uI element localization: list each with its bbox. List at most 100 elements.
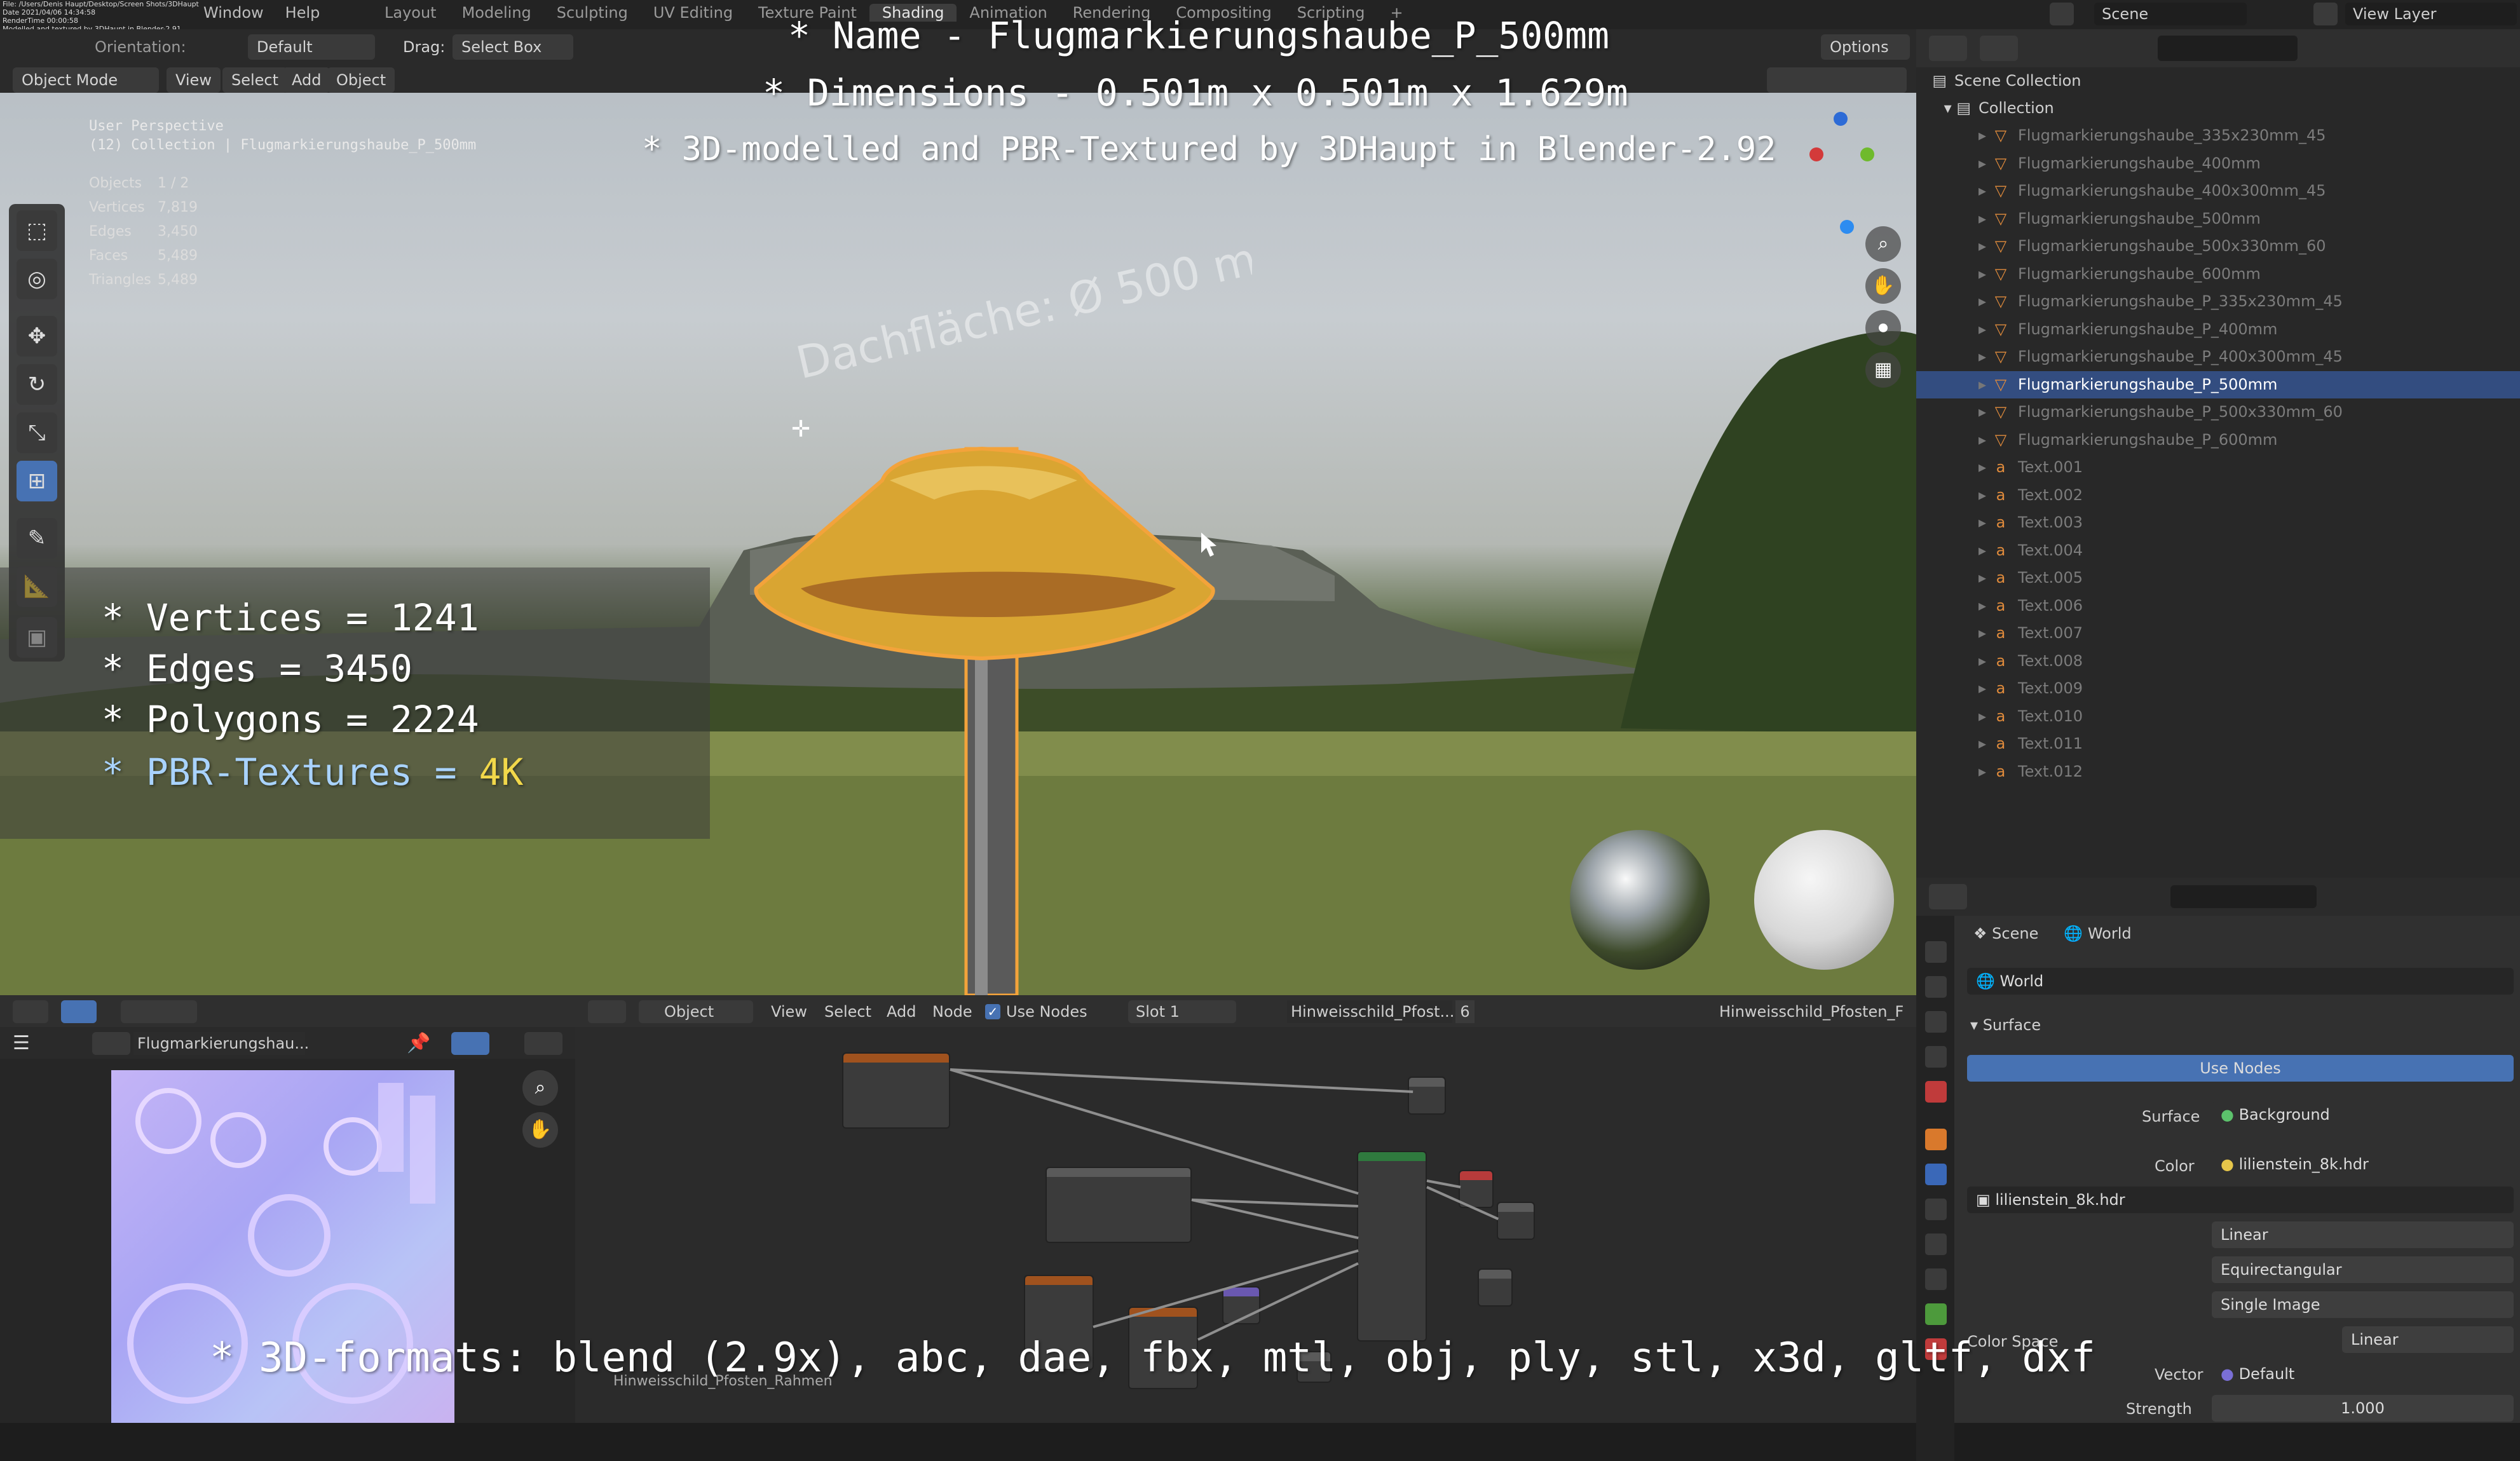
outliner-item[interactable]: ▸ ▽ Flugmarkierungshaube_400mm	[1916, 150, 2520, 177]
shader-node[interactable]	[842, 1052, 950, 1129]
add-menu[interactable]: Add	[283, 67, 330, 93]
object-dropdown[interactable]: Object	[639, 1000, 753, 1023]
editor-type-icon[interactable]	[588, 1000, 626, 1023]
outliner-item[interactable]: ▸ a Text.009	[1916, 675, 2520, 702]
outliner-item[interactable]: ▸ ▽ Flugmarkierungshaube_P_500x330mm_60	[1916, 398, 2520, 426]
collection-row[interactable]: ▾ ▤ Collection	[1916, 95, 2520, 122]
shader-node[interactable]	[1045, 1167, 1192, 1243]
pan-hand-icon[interactable]: ✋	[522, 1112, 558, 1148]
outliner-item[interactable]: ▸ ▽ Flugmarkierungshaube_P_600mm	[1916, 426, 2520, 454]
editor-type-icon[interactable]	[13, 1000, 48, 1023]
expand-arrow-icon[interactable]: ▸	[1916, 758, 1992, 785]
outliner-item[interactable]: ▸ ▽ Flugmarkierungshaube_500x330mm_60	[1916, 233, 2520, 260]
outliner-item[interactable]: ▸ ▽ Flugmarkierungshaube_P_335x230mm_45	[1916, 288, 2520, 315]
expand-arrow-icon[interactable]: ▸	[1916, 316, 1992, 343]
expand-arrow-icon[interactable]: ▸	[1916, 620, 1992, 647]
scene-tab-icon[interactable]	[1925, 1046, 1947, 1068]
world-tab-icon[interactable]	[1925, 1081, 1947, 1103]
expand-arrow-icon[interactable]: ▸	[1916, 454, 1992, 481]
render-tab-icon[interactable]	[1925, 941, 1947, 963]
outliner-item[interactable]: ▸ a Text.005	[1916, 564, 2520, 592]
select-menu[interactable]: Select	[824, 1003, 871, 1021]
output-tab-icon[interactable]	[1925, 976, 1947, 998]
outliner-item[interactable]: ▸ a Text.012	[1916, 758, 2520, 785]
outliner-item[interactable]: ▸ ▽ Flugmarkierungshaube_400x300mm_45	[1916, 177, 2520, 205]
select-tool-icon[interactable]	[61, 1000, 97, 1023]
expand-arrow-icon[interactable]: ▸	[1916, 730, 1992, 758]
outliner-item[interactable]: ▸ a Text.003	[1916, 509, 2520, 536]
outliner-item[interactable]: ▸ a Text.010	[1916, 703, 2520, 730]
vector-field[interactable]: ● Default	[2212, 1361, 2514, 1387]
node-menu[interactable]: Node	[932, 1003, 972, 1021]
outliner-item[interactable]: ▸ a Text.008	[1916, 648, 2520, 675]
image-type-icon[interactable]	[92, 1032, 130, 1055]
expand-arrow-icon[interactable]: ▸	[1916, 122, 1992, 149]
cursor-tool-icon[interactable]: ◎	[17, 259, 57, 299]
expand-arrow-icon[interactable]: ▸	[1916, 537, 1992, 564]
surface-panel-header[interactable]: ▾ Surface	[1970, 1016, 2041, 1034]
view-layer-tab-icon[interactable]	[1925, 1011, 1947, 1033]
projection-dropdown[interactable]: Equirectangular	[2212, 1256, 2514, 1283]
shader-node[interactable]	[1408, 1077, 1446, 1115]
drag-dropdown[interactable]: Select Box	[453, 34, 573, 60]
outliner-item[interactable]: ▸ a Text.002	[1916, 482, 2520, 509]
outliner-item[interactable]: ▸ ▽ Flugmarkierungshaube_600mm	[1916, 261, 2520, 288]
orientation-dropdown[interactable]: Default	[248, 34, 375, 60]
outliner-item[interactable]: ▸ a Text.004	[1916, 537, 2520, 564]
expand-arrow-icon[interactable]: ▸	[1916, 592, 1992, 620]
outliner-item[interactable]: ▸ a Text.001	[1916, 454, 2520, 481]
menu-help[interactable]: Help	[285, 4, 320, 22]
expand-arrow-icon[interactable]: ▸	[1916, 233, 1992, 260]
zoom-icon[interactable]: ⌕	[1865, 226, 1901, 262]
shader-node[interactable]	[1497, 1202, 1535, 1240]
add-menu[interactable]: Add	[887, 1003, 916, 1021]
annotate-tool-icon[interactable]: ✎	[17, 518, 57, 559]
material-name-field[interactable]: Hinweisschild_Pfost...	[1287, 1000, 1454, 1023]
expand-arrow-icon[interactable]: ▸	[1916, 648, 1992, 675]
navigation-gizmo[interactable]	[1802, 112, 1878, 234]
shading-mode-buttons[interactable]	[1767, 67, 1907, 93]
particles-tab-icon[interactable]	[1925, 1199, 1947, 1220]
interpolation-dropdown[interactable]: Linear	[2212, 1221, 2514, 1248]
zoom-icon[interactable]: ⌕	[522, 1070, 558, 1106]
flugmarkierungshaube-model[interactable]: Dachfläche: Ø 500 mm	[731, 182, 1252, 995]
view-layer-selector[interactable]: View Layer	[2345, 3, 2517, 25]
scale-tool-icon[interactable]: ⤡	[17, 412, 57, 453]
expand-arrow-icon[interactable]: ▸	[1916, 482, 1992, 509]
shader-node[interactable]	[1478, 1268, 1513, 1307]
options-dropdown[interactable]: Options	[1821, 34, 1910, 60]
expand-arrow-icon[interactable]: ▸	[1916, 426, 1992, 454]
expand-arrow-icon[interactable]: ▸	[1916, 703, 1992, 730]
view-menu[interactable]: View	[167, 67, 221, 93]
move-tool-icon[interactable]: ✥	[17, 316, 57, 357]
constraints-tab-icon[interactable]	[1925, 1268, 1947, 1290]
world-selector[interactable]: 🌐 World	[1967, 968, 2514, 995]
mode-dropdown[interactable]: Object Mode	[13, 67, 159, 93]
select-tool-icon[interactable]: ⬚	[17, 210, 57, 251]
strength-slider[interactable]: 1.000	[2212, 1395, 2514, 1422]
expand-arrow-icon[interactable]: ▸	[1916, 177, 1992, 205]
view-menu[interactable]: View	[771, 1003, 807, 1021]
camera-view-icon[interactable]: ⏺	[1865, 310, 1901, 346]
expand-arrow-icon[interactable]: ▸	[1916, 675, 1992, 702]
tab-sculpting[interactable]: Sculpting	[544, 4, 641, 22]
expand-arrow-icon[interactable]: ▸	[1916, 343, 1992, 370]
outliner-item[interactable]: ▸ a Text.006	[1916, 592, 2520, 620]
tab-layout[interactable]: Layout	[372, 4, 449, 22]
expand-arrow-icon[interactable]: ▸	[1916, 509, 1992, 536]
expand-arrow-icon[interactable]: ▸	[1916, 371, 1992, 398]
outliner-item[interactable]: ▸ ▽ Flugmarkierungshaube_500mm	[1916, 205, 2520, 233]
3d-viewport[interactable]: User Perspective (12) Collection | Flugm…	[0, 93, 1916, 995]
surface-shader-field[interactable]: ● Background	[2212, 1101, 2514, 1128]
outliner-item[interactable]: ▸ ▽ Flugmarkierungshaube_P_400mm	[1916, 316, 2520, 343]
scene-collection-row[interactable]: ▤ Scene Collection	[1916, 67, 2520, 95]
slot-dropdown[interactable]: Slot 1	[1128, 1000, 1236, 1023]
use-nodes-button[interactable]: Use Nodes	[1967, 1055, 2514, 1082]
pin-icon[interactable]: 📌	[407, 1032, 430, 1055]
expand-arrow-icon[interactable]: ▸	[1916, 261, 1992, 288]
view-layer-icon[interactable]	[2313, 3, 2338, 25]
menu-hamburger-icon[interactable]: ☰	[13, 1033, 38, 1054]
scene-selector[interactable]: Scene	[2094, 3, 2247, 25]
shader-node[interactable]	[1357, 1151, 1427, 1342]
outliner-item[interactable]: ▸ ▽ Flugmarkierungshaube_P_500mm	[1916, 370, 2520, 398]
